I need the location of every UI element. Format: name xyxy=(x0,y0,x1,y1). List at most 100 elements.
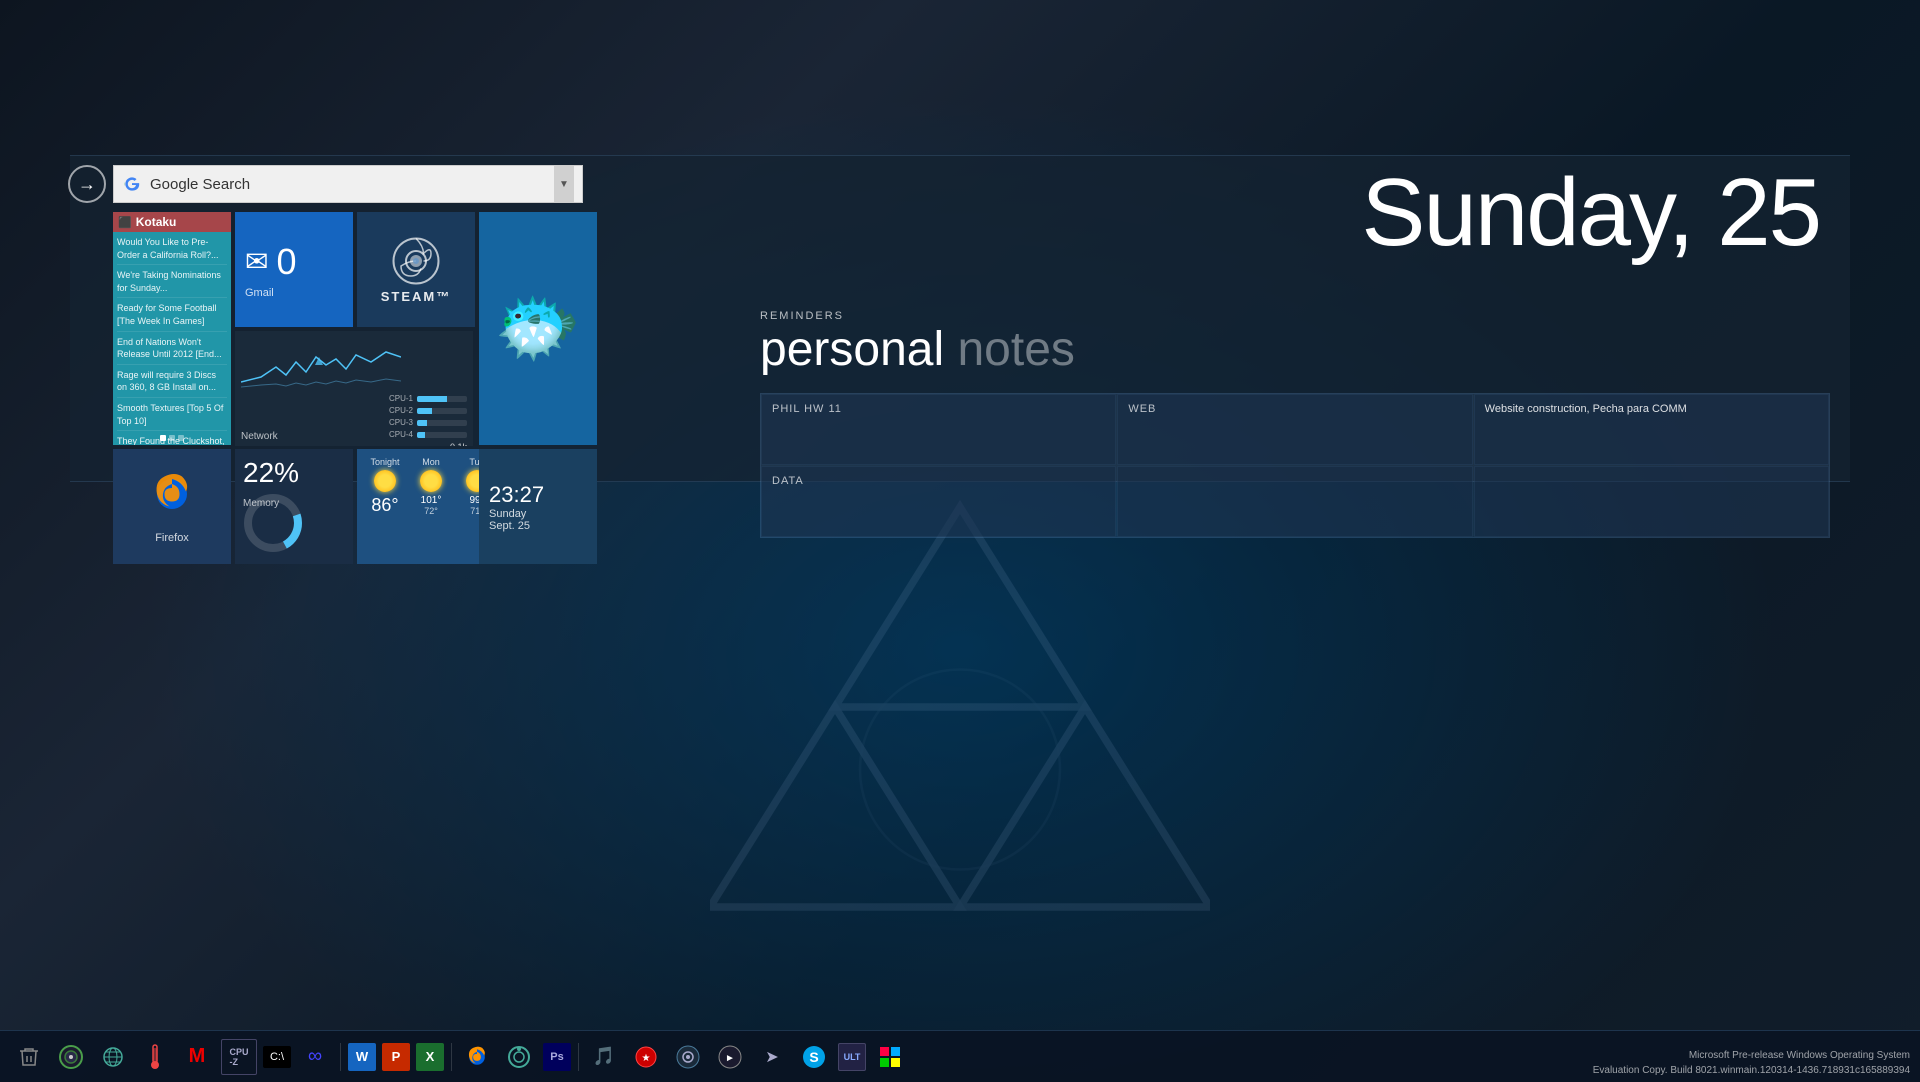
kotaku-item-2: We're Taking Nominations for Sunday... xyxy=(117,269,227,298)
windows-flag-icon xyxy=(877,1044,903,1070)
reminder-phil-header: PHIL HW 11 xyxy=(772,403,1105,415)
reminders-panel: REMINDERS personal notes PHIL HW 11 WEB … xyxy=(760,310,1830,467)
system-text-line2: Evaluation Copy. Build 8021.winmain.1203… xyxy=(1593,1063,1910,1078)
taskbar-infinity[interactable]: ∞ xyxy=(297,1039,333,1075)
search-area: ▼ xyxy=(113,165,593,203)
reminder-cell-data: DATA xyxy=(761,466,1116,537)
steam-logo-icon xyxy=(391,236,441,286)
reminder-web-header: WEB xyxy=(1128,403,1461,415)
taskbar-divider-1 xyxy=(340,1043,341,1071)
kotaku-title: Kotaku xyxy=(136,215,177,229)
tile-fish[interactable]: 🐡 xyxy=(479,212,597,445)
tiles-grid: ⬛ Kotaku Would You Like to Pre-Order a C… xyxy=(113,212,593,567)
red-circle-icon: ★ xyxy=(633,1044,659,1070)
cpu2-bar xyxy=(417,408,467,414)
taskbar-firefox[interactable] xyxy=(459,1039,495,1075)
clock-day: Sunday xyxy=(489,508,526,520)
browser-icon xyxy=(101,1045,125,1069)
taskbar-thermometer[interactable] xyxy=(137,1039,173,1075)
infinity-icon: ∞ xyxy=(308,1045,322,1068)
taskbar-arrow[interactable]: ➤ xyxy=(754,1039,790,1075)
upload-value: 0.1k xyxy=(450,442,467,446)
steam-taskbar-icon xyxy=(675,1044,701,1070)
taskbar-cpuz[interactable]: CPU-Z xyxy=(221,1039,257,1075)
excel-icon: X xyxy=(426,1049,435,1064)
kotaku-scroll-dots xyxy=(113,435,231,441)
taskbar-recycle-bin[interactable] xyxy=(11,1039,47,1075)
cpu1-bar xyxy=(417,396,467,402)
taskbar-spinner[interactable] xyxy=(501,1039,537,1075)
reminder-cell-empty2 xyxy=(1474,466,1829,537)
taskbar-skype[interactable]: S xyxy=(796,1039,832,1075)
reminder-cell-website: Website construction, Pecha para COMM xyxy=(1474,394,1829,465)
audio-icon: 🎵 xyxy=(593,1046,615,1067)
dot-2 xyxy=(169,435,175,441)
tonight-sun-icon xyxy=(374,470,396,492)
reminders-grid: PHIL HW 11 WEB Website construction, Pec… xyxy=(760,393,1830,538)
reminder-cell-web: WEB xyxy=(1117,394,1472,465)
taskbar-ultraiso[interactable]: ULT xyxy=(838,1043,866,1071)
winamp-icon: ► xyxy=(717,1044,743,1070)
skype-icon: S xyxy=(801,1044,827,1070)
search-bar-container: ▼ xyxy=(113,165,583,203)
tile-firefox[interactable]: Firefox xyxy=(113,449,231,564)
kotaku-item-3: Ready for Some Football [The Week In Gam… xyxy=(117,302,227,331)
network-stats: CPU-1 CPU-2 CPU-3 CPU-4 0.1k xyxy=(381,392,467,446)
taskbar-excel[interactable]: X xyxy=(416,1043,444,1071)
cpu1-stat: CPU-1 xyxy=(381,394,467,403)
day-name: Sunday, xyxy=(1361,159,1692,266)
ps-icon: Ps xyxy=(550,1051,563,1063)
svg-text:S: S xyxy=(809,1049,818,1065)
taskbar-divider-3 xyxy=(578,1043,579,1071)
rss-icon: ⬛ xyxy=(118,216,132,229)
tile-steam[interactable]: STEAM™ xyxy=(357,212,475,327)
cpu3-bar xyxy=(417,420,467,426)
taskbar-system-info: Microsoft Pre-release Windows Operating … xyxy=(1593,1048,1910,1078)
taskbar-mmonster[interactable]: M xyxy=(179,1039,215,1075)
cpu2-label: CPU-2 xyxy=(381,406,413,415)
memory-percent: 22% xyxy=(243,457,299,489)
cpuz-label: CPU-Z xyxy=(229,1047,248,1067)
dot-1 xyxy=(160,435,166,441)
taskbar-winamp[interactable]: ► xyxy=(712,1039,748,1075)
kotaku-header: ⬛ Kotaku xyxy=(113,212,231,232)
word-icon: W xyxy=(356,1049,368,1064)
taskbar-powerpoint[interactable]: P xyxy=(382,1043,410,1071)
cpu1-label: CPU-1 xyxy=(381,394,413,403)
taskbar-terminal[interactable]: C:\ xyxy=(263,1046,291,1068)
ultraiso-icon: ULT xyxy=(844,1052,861,1062)
tile-kotaku[interactable]: ⬛ Kotaku Would You Like to Pre-Order a C… xyxy=(113,212,231,445)
svg-text:►: ► xyxy=(725,1053,735,1064)
taskbar-photoshop[interactable]: Ps xyxy=(543,1043,571,1071)
spinner-icon xyxy=(506,1044,532,1070)
system-text-line1: Microsoft Pre-release Windows Operating … xyxy=(1593,1048,1910,1063)
tile-network[interactable]: CPU-1 CPU-2 CPU-3 CPU-4 0.1k xyxy=(235,331,473,446)
taskbar-word[interactable]: W xyxy=(348,1043,376,1071)
nav-arrow-button[interactable]: → xyxy=(68,165,106,203)
tile-clock[interactable]: 23:27 Sunday Sept. 25 xyxy=(479,449,597,564)
svg-text:★: ★ xyxy=(642,1053,651,1064)
google-icon xyxy=(122,174,142,194)
gmail-label: Gmail xyxy=(245,287,274,299)
taskbar-browser[interactable] xyxy=(95,1039,131,1075)
tile-memory[interactable]: 22% Memory xyxy=(235,449,353,564)
search-dropdown-button[interactable]: ▼ xyxy=(554,166,574,202)
cpu3-stat: CPU-3 xyxy=(381,418,467,427)
cpu4-stat: CPU-4 xyxy=(381,430,467,439)
reminder-data-header: DATA xyxy=(772,475,1105,487)
reminders-label: REMINDERS xyxy=(760,310,1830,322)
taskbar-red-dot[interactable]: ★ xyxy=(628,1039,664,1075)
reminder-cell-phil: PHIL HW 11 xyxy=(761,394,1116,465)
network-tile-content: CPU-1 CPU-2 CPU-3 CPU-4 0.1k xyxy=(235,331,473,446)
taskbar-disc[interactable] xyxy=(53,1039,89,1075)
gmail-mail-icon: ✉ xyxy=(245,245,268,278)
cpu2-stat: CPU-2 xyxy=(381,406,467,415)
taskbar-windows-flag[interactable] xyxy=(872,1039,908,1075)
tile-gmail[interactable]: ✉ 0 Gmail xyxy=(235,212,353,327)
taskbar-audio[interactable]: 🎵 xyxy=(586,1039,622,1075)
taskbar-steam[interactable] xyxy=(670,1039,706,1075)
search-input[interactable] xyxy=(150,176,554,193)
clock-time: 23:27 xyxy=(489,482,544,508)
arrow-icon: ➤ xyxy=(765,1047,778,1067)
thermometer-icon xyxy=(146,1043,164,1071)
